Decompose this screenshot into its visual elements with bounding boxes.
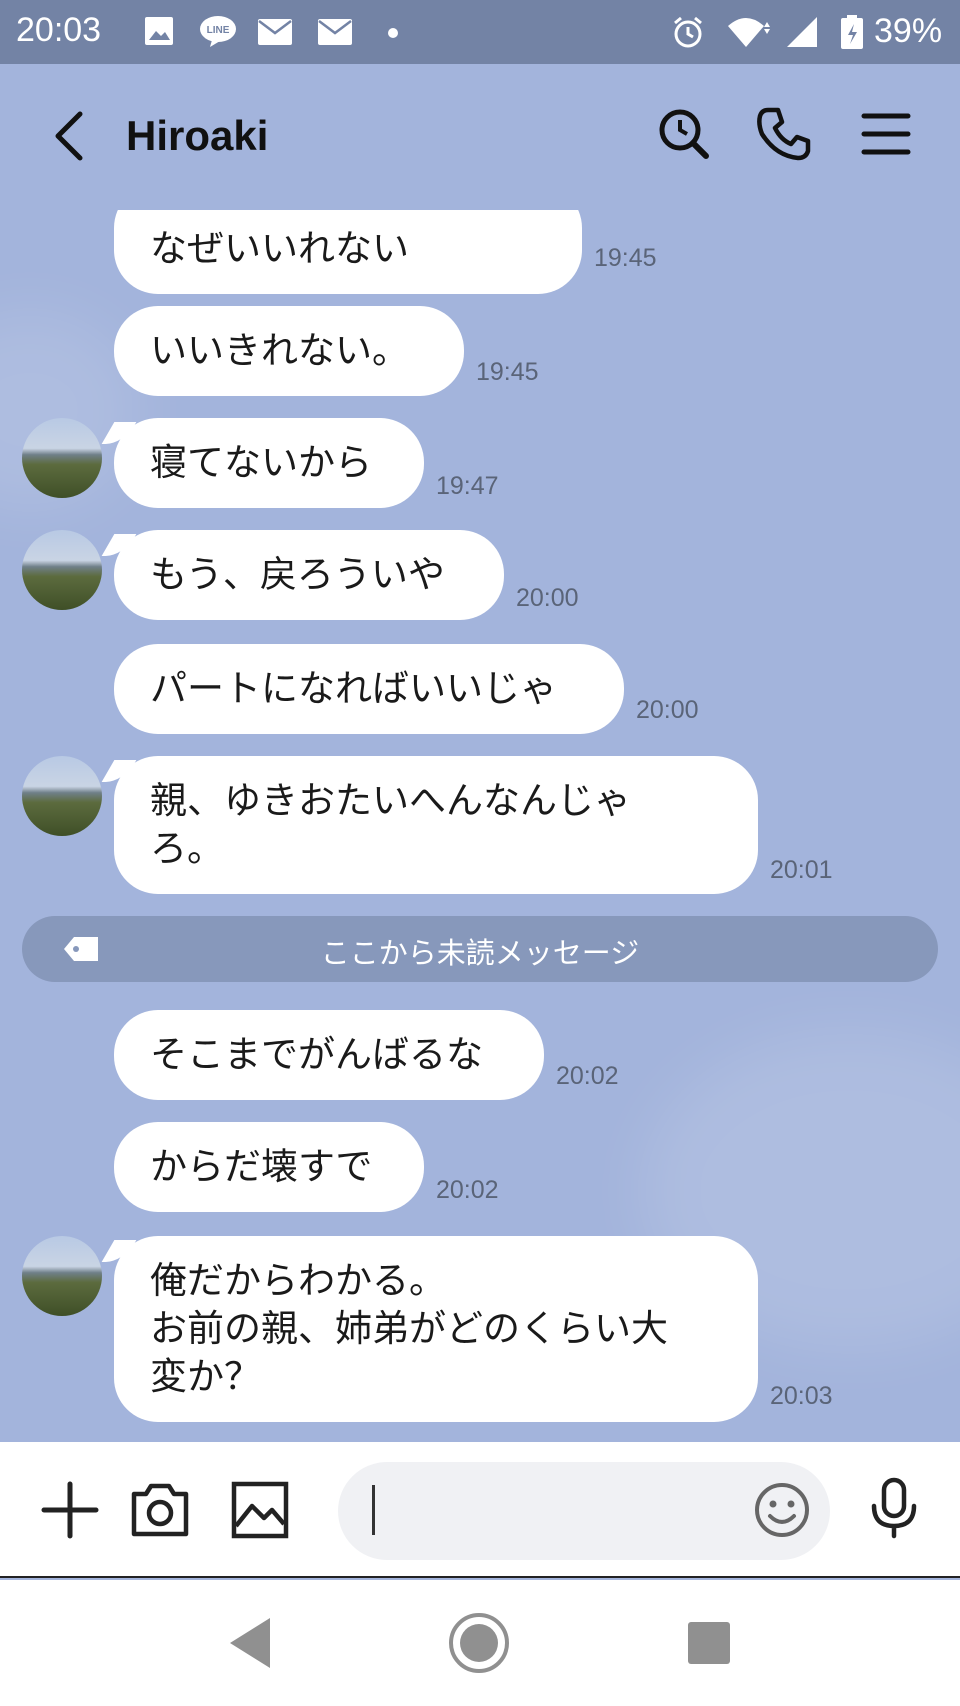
message-bubble[interactable]: いいきれない。: [114, 306, 464, 396]
message-bubble[interactable]: からだ壊すで: [114, 1122, 424, 1212]
chat-message-list[interactable]: なぜいいれない 19:45 いいきれない。 19:45 寝てないから 19:47…: [0, 210, 960, 1442]
plus-icon[interactable]: [38, 1478, 102, 1542]
back-icon[interactable]: [40, 106, 100, 166]
image-icon[interactable]: [228, 1478, 292, 1542]
more-notifications-dot: [388, 28, 398, 38]
message-input-bar: [0, 1442, 960, 1578]
home-icon[interactable]: [446, 1610, 512, 1676]
chat-header: Hiroaki: [0, 64, 960, 210]
message-bubble[interactable]: 俺だからわかる。 お前の親、姉弟がどのくらい大 変か？: [114, 1236, 758, 1422]
message-bubble[interactable]: 寝てないから: [114, 418, 424, 508]
message-time: 19:47: [436, 472, 499, 500]
mail-notification-icon: [318, 19, 352, 45]
message-time: 20:02: [556, 1062, 619, 1090]
text-cursor: [372, 1485, 375, 1535]
message-bubble[interactable]: 親、ゆきおたいへんなんじゃ ろ。: [114, 756, 758, 894]
status-time: 20:03: [16, 11, 102, 49]
unread-label: ここから未読メッセージ: [320, 936, 640, 970]
menu-icon[interactable]: [856, 104, 916, 164]
alarm-icon: [674, 16, 702, 48]
message-bubble[interactable]: なぜいいれない: [114, 210, 582, 294]
battery-icon: [841, 15, 863, 49]
avatar[interactable]: [22, 1236, 102, 1316]
message-bubble[interactable]: そこまでがんばるな: [114, 1010, 544, 1100]
mail-notification-icon: [258, 19, 292, 45]
message-bubble[interactable]: もう、戻ろういや: [114, 530, 504, 620]
phone-icon[interactable]: [754, 104, 814, 164]
image-notification-icon: [145, 17, 173, 45]
message-time: 19:45: [594, 244, 657, 272]
camera-icon[interactable]: [128, 1478, 192, 1542]
avatar[interactable]: [22, 530, 102, 610]
chat-title[interactable]: Hiroaki: [126, 112, 268, 160]
status-bar: 20:03 LINE 39%: [0, 0, 960, 64]
microphone-icon[interactable]: [862, 1476, 926, 1540]
signal-icon: [787, 17, 817, 47]
message-time: 20:02: [436, 1176, 499, 1204]
emoji-icon[interactable]: [750, 1478, 814, 1542]
message-bubble[interactable]: パートになればいいじゃ: [114, 644, 624, 734]
unread-divider: ここから未読メッセージ: [22, 916, 938, 982]
message-time: 20:00: [636, 696, 699, 724]
message-time: 20:00: [516, 584, 579, 612]
search-icon[interactable]: [654, 104, 714, 164]
avatar[interactable]: [22, 418, 102, 498]
message-time: 20:01: [770, 856, 833, 884]
svg-text:LINE: LINE: [207, 25, 230, 36]
back-nav-icon[interactable]: [218, 1610, 284, 1676]
android-navigation-bar: [0, 1580, 960, 1706]
message-time: 19:45: [476, 358, 539, 386]
battery-percentage: 39%: [874, 12, 943, 50]
message-time: 20:03: [770, 1382, 833, 1410]
recents-icon[interactable]: [676, 1610, 742, 1676]
line-notification-icon: LINE: [200, 16, 236, 47]
avatar[interactable]: [22, 756, 102, 836]
wifi-icon: [728, 18, 770, 47]
